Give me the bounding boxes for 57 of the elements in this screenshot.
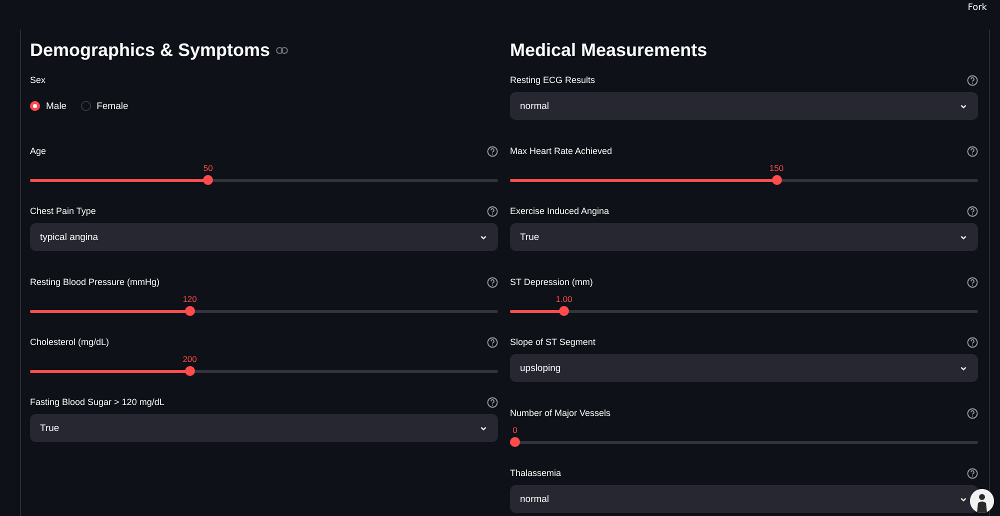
section-heading: Medical Measurements [510,40,708,60]
slider-thumb[interactable] [184,366,195,376]
slider-track[interactable] [510,310,978,313]
fork-link[interactable]: Fork [968,3,987,13]
select-dropdown[interactable]: upsloping [510,354,978,382]
field-label: Resting ECG Results [510,75,596,85]
help-icon[interactable] [967,408,978,418]
slider-value: 120 [182,294,197,304]
select-dropdown[interactable]: normal [510,92,978,120]
field-label: Sex [30,75,46,85]
help-icon[interactable] [487,336,498,348]
field-label: Resting Blood Pressure (mmHg) [30,277,160,287]
slider-thumb[interactable] [203,175,214,185]
slider-thumb[interactable] [772,175,782,185]
field-label: Exercise Induced Angina [510,206,610,216]
slider-track[interactable] [510,179,978,182]
help-icon[interactable] [967,468,978,478]
field-label: Max Heart Rate Achieved [510,146,612,156]
field-label: ST Depression (mm) [510,277,593,287]
section-heading: Demographics & Symptoms [30,40,270,60]
help-icon[interactable] [487,146,498,156]
help-icon[interactable] [967,74,978,86]
help-icon[interactable] [967,336,978,348]
field-label: Chest Pain Type [30,206,96,216]
slider-value: 0 [512,425,518,435]
help-icon[interactable] [967,146,978,156]
slider-value: 50 [203,163,213,173]
help-icon[interactable] [967,276,978,288]
slider-track[interactable] [30,370,498,373]
radio-option[interactable]: Female [80,100,128,112]
slider-thumb[interactable] [559,306,569,316]
radio-dot[interactable] [30,101,40,111]
field-label: Fasting Blood Sugar > 120 mg/dL [30,397,164,407]
slider-thumb[interactable] [510,437,520,447]
help-icon[interactable] [487,206,498,216]
radio-option[interactable]: Male [30,100,67,112]
link-icon[interactable] [276,46,288,54]
slider-value: 200 [182,354,197,364]
field-label: Age [30,146,46,156]
select-dropdown[interactable]: True [510,223,978,251]
select-dropdown[interactable]: normal [510,485,978,513]
help-icon[interactable] [967,206,978,216]
field-label: Thalassemia [510,468,562,478]
slider-thumb[interactable] [184,306,195,316]
select-dropdown[interactable]: typical angina [30,223,498,251]
slider-track[interactable] [30,310,498,313]
help-icon[interactable] [487,276,498,288]
slider-value: 150 [769,163,784,173]
slider-value: 1.00 [556,294,572,304]
slider-track[interactable] [30,179,498,182]
field-label: Cholesterol (mg/dL) [30,337,110,347]
select-dropdown[interactable]: True [30,414,498,442]
avatar[interactable] [970,489,994,513]
field-label: Number of Major Vessels [510,408,611,418]
help-icon[interactable] [487,396,498,408]
radio-dot[interactable] [80,101,91,111]
field-label: Slope of ST Segment [510,337,596,347]
